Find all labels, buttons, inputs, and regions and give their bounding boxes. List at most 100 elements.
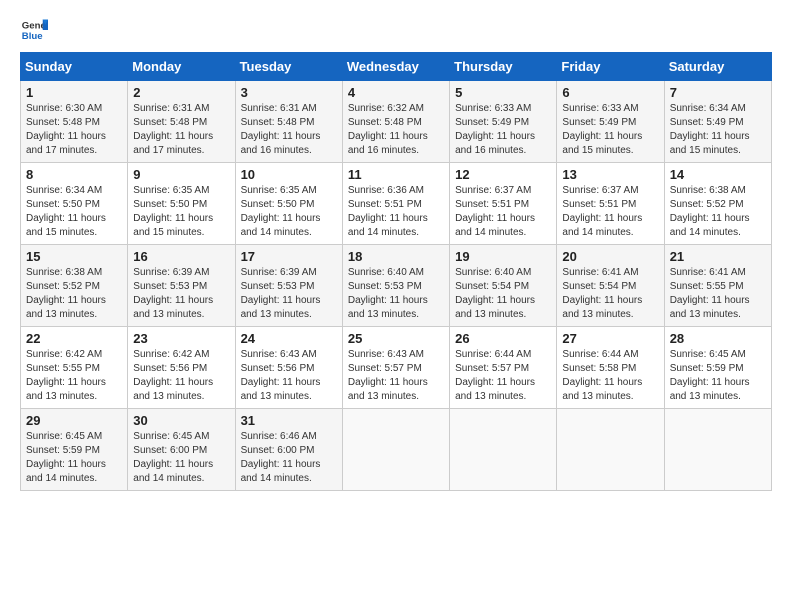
calendar-row-5: 29 Sunrise: 6:45 AM Sunset: 5:59 PM Dayli… bbox=[21, 409, 772, 491]
day-number: 13 bbox=[562, 167, 658, 182]
day-number: 28 bbox=[670, 331, 766, 346]
calendar-table: SundayMondayTuesdayWednesdayThursdayFrid… bbox=[20, 52, 772, 491]
day-number: 17 bbox=[241, 249, 337, 264]
calendar-cell: 3 Sunrise: 6:31 AM Sunset: 5:48 PM Daylig… bbox=[235, 81, 342, 163]
day-number: 8 bbox=[26, 167, 122, 182]
calendar-cell: 11 Sunrise: 6:36 AM Sunset: 5:51 PM Dayli… bbox=[342, 163, 449, 245]
calendar-cell: 9Sunrise: 6:35 AM Sunset: 5:50 PM Daylig… bbox=[128, 163, 235, 245]
day-number: 3 bbox=[241, 85, 337, 100]
weekday-row: SundayMondayTuesdayWednesdayThursdayFrid… bbox=[21, 53, 772, 81]
day-number: 20 bbox=[562, 249, 658, 264]
day-info: Sunrise: 6:46 AM Sunset: 6:00 PM Dayligh… bbox=[241, 430, 337, 486]
day-info: Sunrise: 6:40 AM Sunset: 5:53 PM Dayligh… bbox=[348, 266, 444, 322]
calendar-cell: 5 Sunrise: 6:33 AM Sunset: 5:49 PM Daylig… bbox=[450, 81, 557, 163]
calendar-cell: 18 Sunrise: 6:40 AM Sunset: 5:53 PM Dayli… bbox=[342, 245, 449, 327]
weekday-header-monday: Monday bbox=[128, 53, 235, 81]
day-number: 9 bbox=[133, 167, 229, 182]
day-number: 23 bbox=[133, 331, 229, 346]
day-number: 14 bbox=[670, 167, 766, 182]
weekday-header-friday: Friday bbox=[557, 53, 664, 81]
day-info: Sunrise: 6:35 AM Sunset: 5:50 PM Dayligh… bbox=[241, 184, 337, 240]
calendar-cell bbox=[450, 409, 557, 491]
calendar-cell: 15 Sunrise: 6:38 AM Sunset: 5:52 PM Dayli… bbox=[21, 245, 128, 327]
day-info: Sunrise: 6:41 AM Sunset: 5:54 PM Dayligh… bbox=[562, 266, 658, 322]
calendar-cell: 10 Sunrise: 6:35 AM Sunset: 5:50 PM Dayli… bbox=[235, 163, 342, 245]
day-info: Sunrise: 6:39 AM Sunset: 5:53 PM Dayligh… bbox=[133, 266, 229, 322]
calendar-cell bbox=[664, 409, 771, 491]
weekday-header-wednesday: Wednesday bbox=[342, 53, 449, 81]
calendar-cell: 31Sunrise: 6:46 AM Sunset: 6:00 PM Dayli… bbox=[235, 409, 342, 491]
day-number: 24 bbox=[241, 331, 337, 346]
day-info: Sunrise: 6:45 AM Sunset: 5:59 PM Dayligh… bbox=[26, 430, 122, 486]
calendar-row-1: 1Sunrise: 6:30 AM Sunset: 5:48 PM Daylig… bbox=[21, 81, 772, 163]
day-number: 26 bbox=[455, 331, 551, 346]
calendar-cell: 20 Sunrise: 6:41 AM Sunset: 5:54 PM Dayli… bbox=[557, 245, 664, 327]
day-info: Sunrise: 6:45 AM Sunset: 6:00 PM Dayligh… bbox=[133, 430, 229, 486]
calendar-cell: 29 Sunrise: 6:45 AM Sunset: 5:59 PM Dayli… bbox=[21, 409, 128, 491]
day-number: 21 bbox=[670, 249, 766, 264]
calendar-cell: 16 Sunrise: 6:39 AM Sunset: 5:53 PM Dayli… bbox=[128, 245, 235, 327]
weekday-header-thursday: Thursday bbox=[450, 53, 557, 81]
calendar-body: 1Sunrise: 6:30 AM Sunset: 5:48 PM Daylig… bbox=[21, 81, 772, 491]
calendar-cell: 2 Sunrise: 6:31 AM Sunset: 5:48 PM Daylig… bbox=[128, 81, 235, 163]
day-number: 19 bbox=[455, 249, 551, 264]
calendar-cell: 22Sunrise: 6:42 AM Sunset: 5:55 PM Dayli… bbox=[21, 327, 128, 409]
weekday-header-tuesday: Tuesday bbox=[235, 53, 342, 81]
day-info: Sunrise: 6:42 AM Sunset: 5:56 PM Dayligh… bbox=[133, 348, 229, 404]
day-info: Sunrise: 6:34 AM Sunset: 5:50 PM Dayligh… bbox=[26, 184, 122, 240]
day-number: 11 bbox=[348, 167, 444, 182]
calendar-cell: 6Sunrise: 6:33 AM Sunset: 5:49 PM Daylig… bbox=[557, 81, 664, 163]
day-info: Sunrise: 6:38 AM Sunset: 5:52 PM Dayligh… bbox=[26, 266, 122, 322]
day-info: Sunrise: 6:37 AM Sunset: 5:51 PM Dayligh… bbox=[562, 184, 658, 240]
day-number: 10 bbox=[241, 167, 337, 182]
day-number: 25 bbox=[348, 331, 444, 346]
calendar-cell: 24 Sunrise: 6:43 AM Sunset: 5:56 PM Dayli… bbox=[235, 327, 342, 409]
day-info: Sunrise: 6:32 AM Sunset: 5:48 PM Dayligh… bbox=[348, 102, 444, 158]
calendar-header: SundayMondayTuesdayWednesdayThursdayFrid… bbox=[21, 53, 772, 81]
day-info: Sunrise: 6:40 AM Sunset: 5:54 PM Dayligh… bbox=[455, 266, 551, 322]
calendar-cell: 17 Sunrise: 6:39 AM Sunset: 5:53 PM Dayli… bbox=[235, 245, 342, 327]
day-number: 18 bbox=[348, 249, 444, 264]
day-info: Sunrise: 6:45 AM Sunset: 5:59 PM Dayligh… bbox=[670, 348, 766, 404]
day-info: Sunrise: 6:38 AM Sunset: 5:52 PM Dayligh… bbox=[670, 184, 766, 240]
weekday-header-sunday: Sunday bbox=[21, 53, 128, 81]
day-info: Sunrise: 6:33 AM Sunset: 5:49 PM Dayligh… bbox=[455, 102, 551, 158]
day-number: 5 bbox=[455, 85, 551, 100]
calendar-cell: 30Sunrise: 6:45 AM Sunset: 6:00 PM Dayli… bbox=[128, 409, 235, 491]
calendar-cell: 23 Sunrise: 6:42 AM Sunset: 5:56 PM Dayli… bbox=[128, 327, 235, 409]
day-info: Sunrise: 6:31 AM Sunset: 5:48 PM Dayligh… bbox=[241, 102, 337, 158]
day-number: 29 bbox=[26, 413, 122, 428]
calendar-cell: 13 Sunrise: 6:37 AM Sunset: 5:51 PM Dayli… bbox=[557, 163, 664, 245]
day-number: 27 bbox=[562, 331, 658, 346]
day-number: 15 bbox=[26, 249, 122, 264]
day-info: Sunrise: 6:42 AM Sunset: 5:55 PM Dayligh… bbox=[26, 348, 122, 404]
calendar-cell bbox=[557, 409, 664, 491]
svg-text:Blue: Blue bbox=[22, 31, 43, 42]
calendar-cell: 8 Sunrise: 6:34 AM Sunset: 5:50 PM Daylig… bbox=[21, 163, 128, 245]
calendar-cell: 26Sunrise: 6:44 AM Sunset: 5:57 PM Dayli… bbox=[450, 327, 557, 409]
calendar-row-2: 8 Sunrise: 6:34 AM Sunset: 5:50 PM Daylig… bbox=[21, 163, 772, 245]
day-info: Sunrise: 6:39 AM Sunset: 5:53 PM Dayligh… bbox=[241, 266, 337, 322]
calendar-row-4: 22Sunrise: 6:42 AM Sunset: 5:55 PM Dayli… bbox=[21, 327, 772, 409]
calendar-cell: 14 Sunrise: 6:38 AM Sunset: 5:52 PM Dayli… bbox=[664, 163, 771, 245]
calendar-cell: 12Sunrise: 6:37 AM Sunset: 5:51 PM Dayli… bbox=[450, 163, 557, 245]
day-info: Sunrise: 6:36 AM Sunset: 5:51 PM Dayligh… bbox=[348, 184, 444, 240]
day-number: 6 bbox=[562, 85, 658, 100]
logo-icon: General Blue bbox=[20, 16, 48, 44]
calendar-cell: 7Sunrise: 6:34 AM Sunset: 5:49 PM Daylig… bbox=[664, 81, 771, 163]
calendar-cell: 21Sunrise: 6:41 AM Sunset: 5:55 PM Dayli… bbox=[664, 245, 771, 327]
calendar-row-3: 15 Sunrise: 6:38 AM Sunset: 5:52 PM Dayli… bbox=[21, 245, 772, 327]
logo: General Blue bbox=[20, 16, 52, 44]
day-number: 16 bbox=[133, 249, 229, 264]
day-number: 2 bbox=[133, 85, 229, 100]
day-number: 7 bbox=[670, 85, 766, 100]
day-number: 4 bbox=[348, 85, 444, 100]
day-info: Sunrise: 6:37 AM Sunset: 5:51 PM Dayligh… bbox=[455, 184, 551, 240]
weekday-header-saturday: Saturday bbox=[664, 53, 771, 81]
calendar-cell: 27Sunrise: 6:44 AM Sunset: 5:58 PM Dayli… bbox=[557, 327, 664, 409]
day-info: Sunrise: 6:31 AM Sunset: 5:48 PM Dayligh… bbox=[133, 102, 229, 158]
calendar-cell: 25Sunrise: 6:43 AM Sunset: 5:57 PM Dayli… bbox=[342, 327, 449, 409]
calendar-cell: 19 Sunrise: 6:40 AM Sunset: 5:54 PM Dayli… bbox=[450, 245, 557, 327]
calendar-cell bbox=[342, 409, 449, 491]
day-info: Sunrise: 6:43 AM Sunset: 5:56 PM Dayligh… bbox=[241, 348, 337, 404]
